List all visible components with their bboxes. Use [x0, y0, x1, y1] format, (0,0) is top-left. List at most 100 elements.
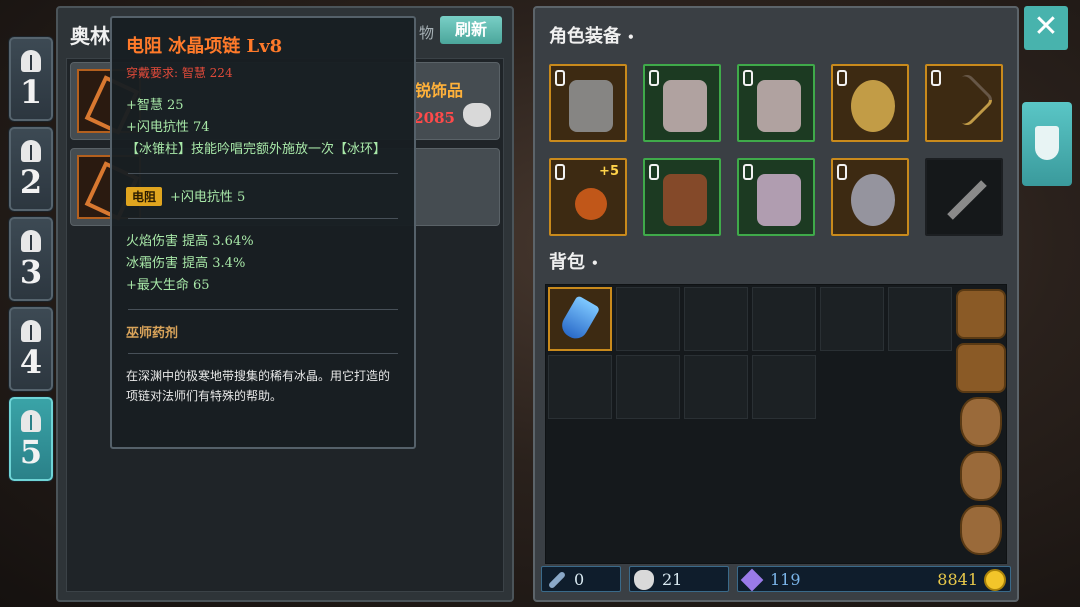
currency-bar: 0 21 119 8841 [539, 566, 1013, 594]
divider [128, 309, 398, 310]
bag-slot[interactable] [888, 287, 952, 351]
refresh-button[interactable]: 刷新 [440, 16, 502, 44]
sword-icon [947, 180, 987, 220]
lock-icon [555, 164, 565, 180]
backpack-icon[interactable] [956, 343, 1006, 393]
bag-grid [545, 284, 1007, 564]
robe-armor-icon [757, 80, 801, 132]
bonus-stat: 冰霜伤害 提高 3.4% [126, 256, 246, 271]
backpack-icon[interactable] [956, 289, 1006, 339]
equip-slot-weapon[interactable] [925, 64, 1003, 142]
sack-icon[interactable] [960, 451, 1002, 501]
close-button[interactable]: ✕ [1024, 6, 1068, 50]
gold-coin-icon [984, 569, 1006, 591]
gold-count: 8841 [937, 570, 978, 589]
tab-4[interactable]: 4 [8, 306, 54, 392]
equip-slot-robe[interactable] [737, 64, 815, 142]
gem-gold-counter: 119 8841 [737, 566, 1011, 592]
tab-2[interactable]: 2 [8, 126, 54, 212]
potion-icon [634, 570, 654, 590]
potion-counter: 21 [629, 566, 729, 592]
bag-label-text: 背包 [549, 252, 585, 273]
tab-1[interactable]: 1 [8, 36, 54, 122]
helmet-icon [21, 410, 41, 432]
helmet-icon [21, 140, 41, 162]
tab-number: 3 [19, 253, 43, 291]
lock-icon [649, 70, 659, 86]
item-requirement: 穿戴要求: 智慧 224 [126, 66, 233, 80]
tab-number: 4 [19, 343, 43, 381]
divider [128, 218, 398, 219]
item-title: 电阻 冰晶项链 Lv8 [126, 36, 283, 57]
equip-slot-ring-1[interactable] [831, 64, 909, 142]
tab-number: 2 [19, 163, 43, 201]
ice-crystal-icon [557, 295, 601, 343]
affix-tag: 电阻 [126, 187, 163, 206]
bonus-stat: 火焰伤害 提高 3.64% [126, 234, 254, 249]
equipment-label: 角色装备 • [549, 26, 635, 47]
potion-currency-icon [463, 103, 491, 127]
lock-icon [837, 164, 847, 180]
helmet-icon [21, 230, 41, 252]
bag-slot[interactable] [752, 287, 816, 351]
affix-stat: +闪电抗性 5 [170, 190, 246, 205]
tab-3[interactable]: 3 [8, 216, 54, 302]
wand-count: 0 [574, 570, 585, 589]
gem-count: 119 [770, 570, 801, 589]
wand-counter: 0 [541, 566, 621, 592]
ring-icon [851, 174, 895, 226]
sack-icon[interactable] [960, 505, 1002, 555]
equip-slot-amulet[interactable]: +5 [549, 158, 627, 236]
equip-slot-boots[interactable] [737, 158, 815, 236]
set-name: 巫师药剂 [126, 326, 179, 341]
lock-icon [649, 164, 659, 180]
equip-slot-gloves[interactable] [643, 158, 721, 236]
helmet-icon [569, 80, 613, 132]
equip-slot-helmet[interactable] [549, 64, 627, 142]
equip-slot-ring-2[interactable] [831, 158, 909, 236]
bag-slot[interactable] [820, 287, 884, 351]
base-stat: +闪电抗性 74 [126, 120, 210, 135]
bag-slot[interactable] [616, 355, 680, 419]
shield-icon [1035, 126, 1059, 160]
equip-slot-offhand[interactable] [925, 158, 1003, 236]
helmet-icon [21, 320, 41, 342]
base-stat: +智慧 25 [126, 98, 184, 113]
chest-armor-icon [663, 80, 707, 132]
bag-slot[interactable] [616, 287, 680, 351]
bag-slot[interactable] [548, 287, 612, 351]
boots-icon [757, 174, 801, 226]
lock-icon [931, 70, 941, 86]
bag-slot[interactable] [684, 355, 748, 419]
pouch-icon[interactable] [960, 397, 1002, 447]
side-tab-equipment[interactable] [1022, 102, 1072, 186]
shop-title: 奥林 [70, 24, 110, 48]
bag-slot[interactable] [752, 355, 816, 419]
character-panel: 角色装备 • +5 背包 • 0 21 119 8841 [533, 6, 1019, 602]
potion-count: 21 [662, 570, 683, 589]
bag-slot[interactable] [684, 287, 748, 351]
tab-number: 1 [19, 73, 43, 111]
bag-slot[interactable] [548, 355, 612, 419]
lock-icon [837, 70, 847, 86]
amulet-icon [575, 188, 607, 220]
bow-icon [938, 71, 996, 129]
refresh-prefix-text: 物 [418, 24, 434, 42]
divider [128, 353, 398, 354]
equip-slot-chest[interactable] [643, 64, 721, 142]
shop-item-price: 2085 [413, 109, 455, 127]
item-tooltip: 电阻 冰晶项链 Lv8 穿戴要求: 智慧 224 +智慧 25 +闪电抗性 74… [110, 16, 416, 449]
tab-5[interactable]: 5 [8, 396, 54, 482]
lock-icon [743, 70, 753, 86]
divider [128, 173, 398, 174]
bag-label: 背包 • [549, 252, 599, 273]
base-stat: 【冰锥柱】技能吟唱完额外施放一次【冰环】 [126, 142, 387, 157]
wand-icon [547, 570, 567, 590]
helmet-icon [21, 50, 41, 72]
bonus-stat: +最大生命 65 [126, 278, 210, 293]
gem-icon [740, 568, 764, 592]
lock-icon [555, 70, 565, 86]
enhance-level: +5 [599, 164, 619, 179]
item-description: 在深渊中的极寒地带搜集的稀有冰晶。用它打造的项链对法师们有特殊的帮助。 [126, 369, 391, 403]
shop-item-name: 锐饰品 [414, 81, 463, 100]
